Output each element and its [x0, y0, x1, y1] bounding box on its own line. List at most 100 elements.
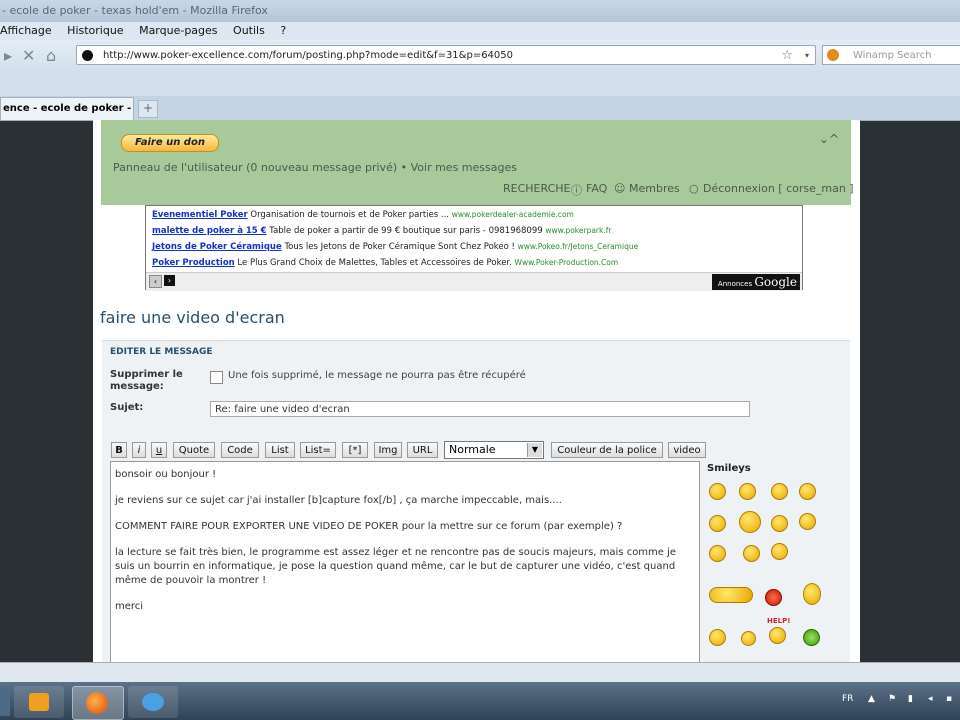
- ad-url[interactable]: www.pokerpark.fr: [545, 226, 611, 235]
- menu-marque-pages[interactable]: Marque-pages: [139, 24, 217, 37]
- dropdown-arrow-icon[interactable]: ▼: [527, 443, 542, 457]
- ad-item[interactable]: malette de poker à 15 € Table de poker a…: [152, 226, 611, 236]
- smiley-idea-icon[interactable]: [803, 583, 821, 605]
- members-link[interactable]: Membres: [629, 182, 680, 195]
- window-title: - ecole de poker - texas hold'em - Mozil…: [2, 4, 268, 17]
- smiley-eyes-icon[interactable]: [739, 511, 761, 533]
- donate-button[interactable]: Faire un don: [121, 134, 219, 152]
- smiley-icon[interactable]: [799, 483, 816, 500]
- smiley-cool-icon[interactable]: [739, 483, 756, 500]
- subject-label: Sujet:: [110, 402, 144, 413]
- font-size-value: Normale: [449, 443, 496, 456]
- smiley-group-icon[interactable]: [709, 587, 753, 603]
- url-text: http://www.poker-excellence.com/forum/po…: [103, 50, 514, 61]
- list-item-button[interactable]: [*]: [342, 442, 368, 458]
- messenger-task[interactable]: [128, 686, 178, 718]
- quote-button[interactable]: Quote: [173, 442, 215, 458]
- menu-help[interactable]: ?: [280, 24, 286, 37]
- tray-extra-icon[interactable]: ▪: [946, 694, 952, 704]
- volume-icon[interactable]: ◂: [928, 694, 933, 704]
- message-textarea[interactable]: bonsoir ou bonjour ! je reviens sur ce s…: [110, 461, 700, 662]
- menu-affichage[interactable]: Affichage: [0, 24, 52, 37]
- home-icon[interactable]: ⌂: [46, 40, 56, 72]
- window-title-bar: - ecole de poker - texas hold'em - Mozil…: [0, 0, 960, 22]
- tab-active[interactable]: ence - ecole de poker - t...: [0, 97, 134, 120]
- smiley-devil-icon[interactable]: [765, 589, 782, 606]
- subject-input[interactable]: Re: faire une video d'ecran: [210, 401, 750, 417]
- list-button[interactable]: List: [265, 442, 295, 458]
- collapse-icon[interactable]: ⌄^: [819, 132, 839, 146]
- url-bar[interactable]: http://www.poker-excellence.com/forum/po…: [76, 45, 816, 65]
- ad-title[interactable]: Jetons de Poker Céramique: [152, 242, 282, 252]
- dropdown-icon[interactable]: ▾: [805, 46, 809, 64]
- video-button[interactable]: video: [668, 442, 706, 458]
- message-line: je reviens sur ce sujet car j'ai install…: [115, 495, 562, 506]
- prev-ad-icon[interactable]: ‹: [149, 275, 162, 288]
- menu-outils[interactable]: Outils: [233, 24, 265, 37]
- smiley-green-icon[interactable]: [803, 629, 820, 646]
- delete-checkbox[interactable]: [210, 371, 223, 384]
- url-button[interactable]: URL: [407, 442, 438, 458]
- annonces-label: Annonces: [717, 280, 753, 288]
- ad-item[interactable]: Poker Production Le Plus Grand Choix de …: [152, 258, 618, 268]
- smiley-icon[interactable]: [771, 483, 788, 500]
- next-ad-icon[interactable]: ›: [164, 275, 175, 286]
- faq-link[interactable]: FAQ: [586, 182, 607, 195]
- start-button[interactable]: [0, 688, 10, 716]
- user-panel-link[interactable]: Panneau de l'utilisateur (0 nouveau mess…: [113, 161, 517, 174]
- message-line: COMMENT FAIRE POUR EXPORTER UNE VIDEO DE…: [115, 521, 623, 532]
- ad-title[interactable]: Poker Production: [152, 258, 235, 268]
- flag-icon[interactable]: ⚑: [888, 694, 896, 704]
- firefox-task[interactable]: [72, 686, 124, 720]
- smiley-help-icon[interactable]: [769, 627, 786, 644]
- img-button[interactable]: Img: [374, 442, 402, 458]
- font-size-select[interactable]: Normale ▼: [444, 441, 544, 459]
- ad-url[interactable]: www.Pokeo.fr/Jetons_Ceramique: [518, 242, 639, 251]
- ad-text: Organisation de tournois et de Poker par…: [250, 210, 449, 220]
- language-indicator[interactable]: FR: [842, 694, 853, 704]
- ad-url[interactable]: www.pokerdealer-academie.com: [452, 210, 574, 219]
- forward-icon[interactable]: ▸: [4, 40, 12, 72]
- ad-item[interactable]: Jetons de Poker Céramique Tous les Jeton…: [152, 242, 638, 252]
- smiley-icon[interactable]: [709, 545, 726, 562]
- tab-label: ence - ecole de poker - t...: [3, 103, 133, 114]
- ad-title[interactable]: Evenementiel Poker: [152, 210, 248, 220]
- underline-button[interactable]: u: [151, 442, 167, 458]
- tray-arrow-icon[interactable]: ▲: [868, 694, 875, 704]
- ad-text: Table de poker a partir de 99 € boutique…: [269, 226, 543, 236]
- smiley-icon[interactable]: [741, 631, 756, 646]
- smiley-icon[interactable]: [771, 543, 788, 560]
- smiley-icon[interactable]: [799, 513, 816, 530]
- font-color-button[interactable]: Couleur de la police: [551, 442, 663, 458]
- google-label: Google: [754, 275, 797, 289]
- smiley-music-icon[interactable]: [709, 629, 726, 646]
- ad-item[interactable]: Evenementiel Poker Organisation de tourn…: [152, 210, 574, 220]
- search-placeholder: Winamp Search: [853, 50, 932, 61]
- google-ads-logo[interactable]: Annonces Google: [712, 274, 800, 290]
- ad-text: Tous les Jetons de Poker Céramique Sont …: [284, 242, 515, 252]
- search-link[interactable]: RECHERCHE: [503, 182, 571, 195]
- new-tab-button[interactable]: +: [138, 100, 158, 118]
- close-icon[interactable]: ✕: [22, 40, 35, 72]
- italic-button[interactable]: i: [132, 442, 146, 458]
- message-line: la lecture se fait très bien, le program…: [115, 547, 677, 586]
- bookmarks-toolbar: [0, 72, 960, 96]
- bold-button[interactable]: B: [111, 442, 127, 458]
- smiley-icon[interactable]: [743, 545, 760, 562]
- logout-link[interactable]: Déconnexion [ corse_man ]: [703, 182, 854, 195]
- network-icon[interactable]: ▮: [908, 694, 913, 704]
- media-player-task[interactable]: [14, 686, 64, 718]
- star-icon[interactable]: ☆: [781, 46, 793, 64]
- ad-title[interactable]: malette de poker à 15 €: [152, 226, 267, 236]
- list-numbered-button[interactable]: List=: [300, 442, 336, 458]
- smiley-icon[interactable]: [709, 483, 726, 500]
- winamp-icon: [827, 49, 839, 61]
- topic-title[interactable]: faire une video d'ecran: [100, 308, 285, 327]
- code-button[interactable]: Code: [221, 442, 259, 458]
- menu-historique[interactable]: Historique: [67, 24, 123, 37]
- smiley-icon[interactable]: [771, 515, 788, 532]
- smiley-icon[interactable]: [709, 515, 726, 532]
- delete-label: Supprimer le message:: [110, 369, 183, 392]
- ad-url[interactable]: Www.Poker-Production.Com: [515, 258, 619, 267]
- search-input[interactable]: Winamp Search: [822, 45, 960, 65]
